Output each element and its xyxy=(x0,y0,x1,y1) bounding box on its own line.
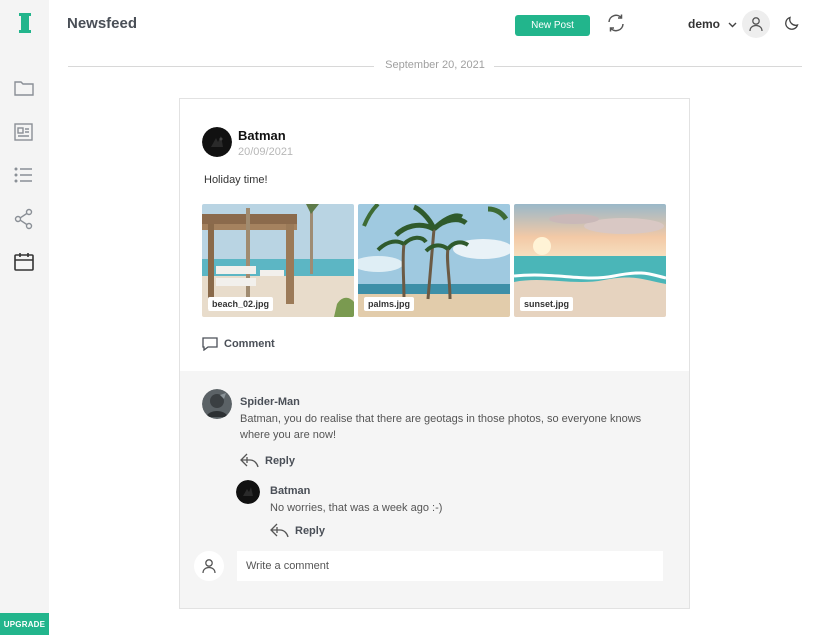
photo-label: sunset.jpg xyxy=(520,297,574,311)
user-name[interactable]: demo xyxy=(688,17,720,31)
post-author[interactable]: Batman xyxy=(238,128,286,143)
newspaper-icon[interactable] xyxy=(13,121,35,143)
comment-author[interactable]: Batman xyxy=(270,485,310,497)
comment-text: Batman, you do realise that there are ge… xyxy=(240,413,642,441)
avatar[interactable] xyxy=(202,127,232,157)
user-icon xyxy=(749,17,763,32)
reply-icon xyxy=(270,523,289,538)
post-date: 20/09/2021 xyxy=(238,146,294,158)
photo-thumbnail[interactable]: sunset.jpg xyxy=(514,204,666,317)
upgrade-button[interactable]: UPGRADE xyxy=(0,613,49,635)
user-icon xyxy=(202,559,216,574)
folder-icon[interactable] xyxy=(13,77,35,99)
photo-thumbnail[interactable]: palms.jpg xyxy=(358,204,510,317)
photo-thumbnail[interactable]: beach_02.jpg xyxy=(202,204,354,317)
comments-section: Spider-Man Batman, you do realise that t… xyxy=(180,371,689,608)
reply-label: Reply xyxy=(265,454,295,467)
divider-line xyxy=(494,66,802,67)
sidebar: UPGRADE xyxy=(0,0,49,635)
logo-icon[interactable] xyxy=(16,13,34,33)
photo-label: palms.jpg xyxy=(364,297,415,311)
calendar-icon[interactable] xyxy=(13,251,35,273)
refresh-icon[interactable] xyxy=(606,13,626,33)
post-text: Holiday time! xyxy=(204,174,268,186)
comment-text: No worries, that was a week ago :-) xyxy=(270,502,443,514)
reply-icon xyxy=(240,453,259,468)
comment-author[interactable]: Spider-Man xyxy=(240,396,300,408)
list-icon[interactable] xyxy=(13,164,35,186)
user-avatar-button[interactable] xyxy=(742,10,770,38)
comment-icon xyxy=(202,337,218,351)
page-title: Newsfeed xyxy=(67,15,138,32)
moon-icon[interactable] xyxy=(784,15,800,31)
comment-button[interactable]: Comment xyxy=(202,337,275,351)
chevron-down-icon[interactable] xyxy=(727,19,738,30)
photo-label: beach_02.jpg xyxy=(208,297,274,311)
share-icon[interactable] xyxy=(13,208,35,230)
reply-button[interactable]: Reply xyxy=(240,453,295,468)
avatar[interactable] xyxy=(202,389,232,419)
current-user-avatar xyxy=(194,551,224,581)
comment-input[interactable] xyxy=(237,551,663,581)
avatar[interactable] xyxy=(236,480,260,504)
divider-line xyxy=(68,66,374,67)
comment-button-label: Comment xyxy=(224,338,275,350)
date-label: September 20, 2021 xyxy=(385,59,485,71)
new-post-button[interactable]: New Post xyxy=(515,15,590,36)
reply-button[interactable]: Reply xyxy=(270,523,325,538)
reply-label: Reply xyxy=(295,524,325,537)
post-card: Batman 20/09/2021 Holiday time! beach_02… xyxy=(179,98,690,609)
